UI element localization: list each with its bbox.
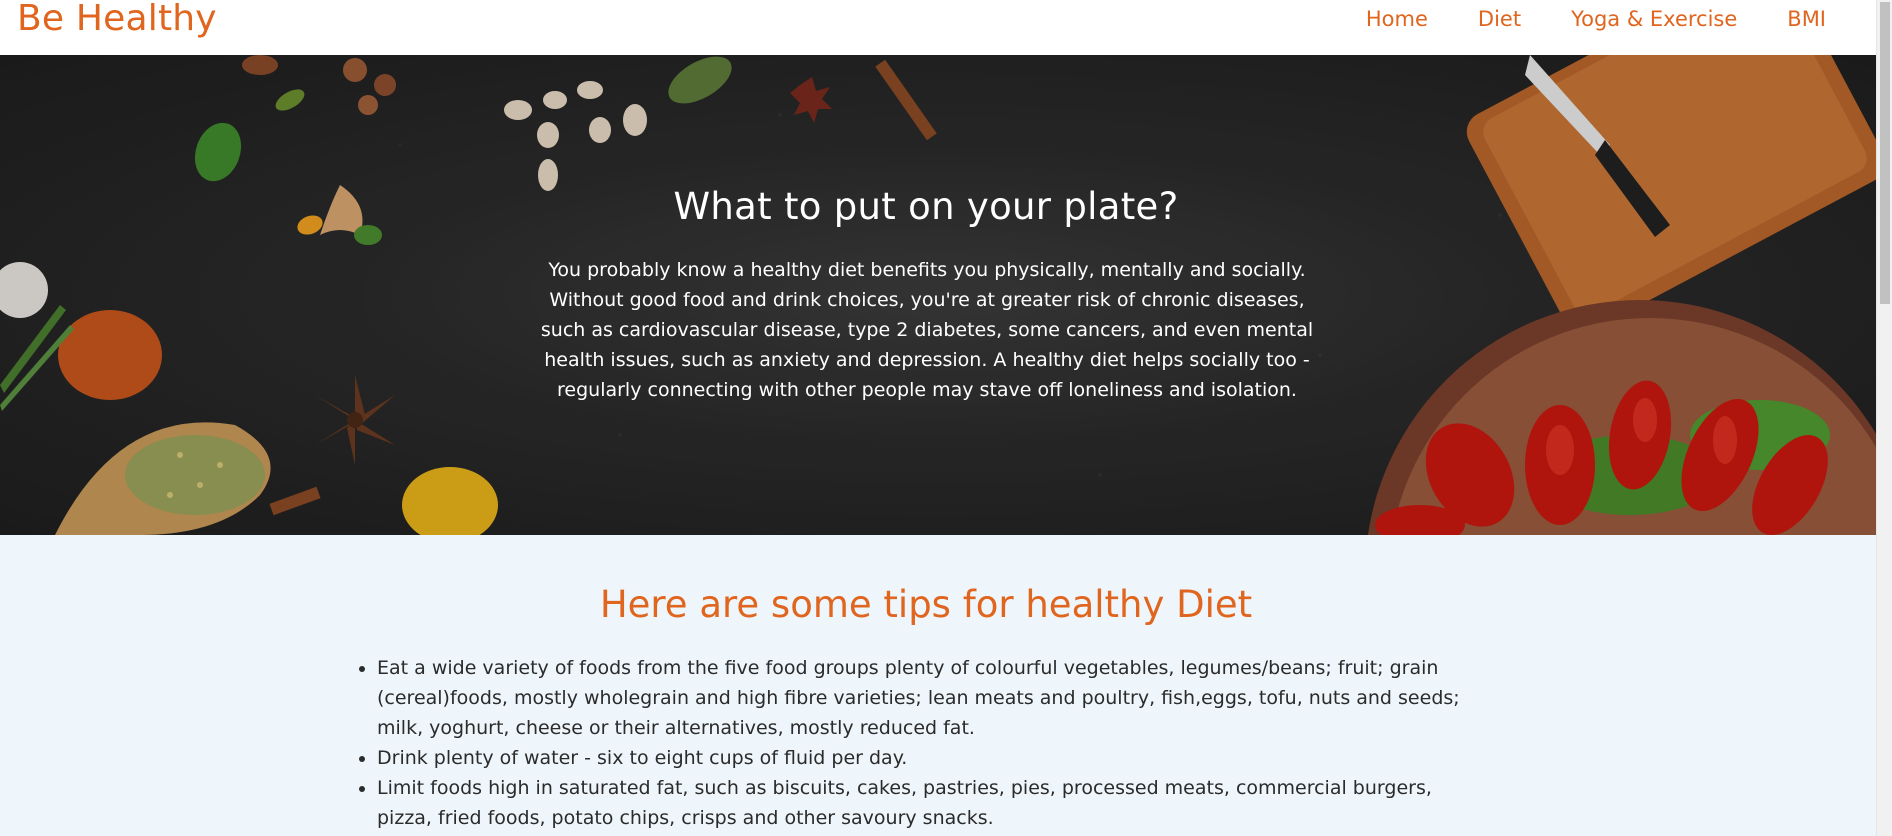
hero-title: What to put on your plate? [673,185,1179,228]
scrollbar-thumb[interactable] [1880,2,1890,304]
page: Be Healthy Home Diet Yoga & Exercise BMI [0,0,1876,836]
tips-title: Here are some tips for healthy Diet [599,583,1253,626]
tips-section: Here are some tips for healthy Diet Eat … [0,535,1876,836]
tips-list: Eat a wide variety of foods from the fiv… [377,653,1477,833]
hero-text: You probably know a healthy diet benefit… [540,259,1314,401]
hero-content: What to put on your plate? You probably … [0,55,1876,535]
nav-link-home[interactable]: Home [1366,7,1428,31]
nav-links: Home Diet Yoga & Exercise BMI [1366,7,1876,31]
hero-section: What to put on your plate? You probably … [0,55,1876,535]
tip-item: Eat a wide variety of foods from the fiv… [377,653,1477,743]
tip-item: Drink plenty of water - six to eight cup… [377,743,1477,773]
nav-link-yoga-exercise[interactable]: Yoga & Exercise [1571,7,1737,31]
vertical-scrollbar[interactable] [1876,0,1892,836]
brand-logo[interactable]: Be Healthy [0,0,217,39]
navbar: Be Healthy Home Diet Yoga & Exercise BMI [0,0,1876,55]
tip-item: Limit foods high in saturated fat, such … [377,773,1477,833]
nav-link-bmi[interactable]: BMI [1787,7,1826,31]
nav-link-diet[interactable]: Diet [1478,7,1521,31]
